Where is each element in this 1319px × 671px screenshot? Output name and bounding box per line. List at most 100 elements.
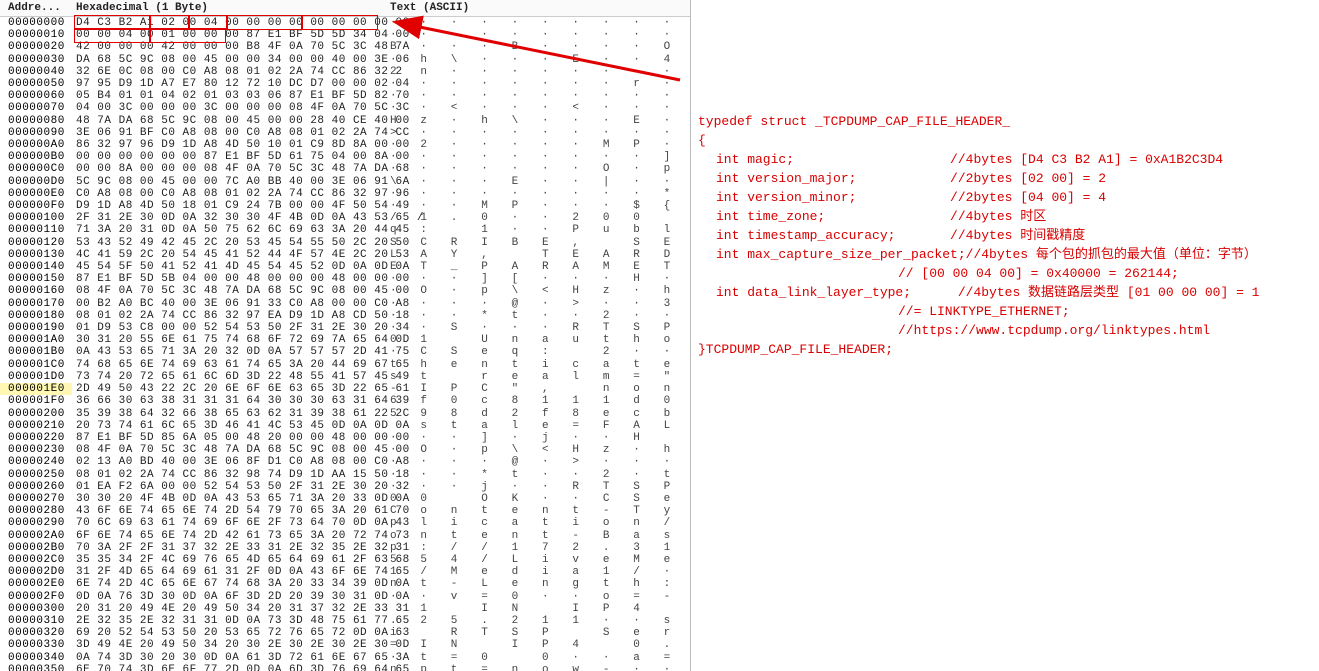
code-line: // [00 00 04 00] = 0x40000 = 262144; (698, 264, 1318, 283)
hex-row[interactable]: 0000011071 3A 20 31 0D 0A 50 75 62 6C 69… (0, 224, 690, 236)
hex-row[interactable]: 0000006005 B4 01 01 04 02 01 03 03 06 87… (0, 90, 690, 102)
hex-row[interactable]: 000002D031 2F 4D 65 64 69 61 31 2F 0D 0A… (0, 566, 690, 578)
address-cell: 000002E0 (0, 578, 72, 590)
address-cell: 00000300 (0, 603, 72, 615)
address-cell: 00000100 (0, 212, 72, 224)
hex-cell: 02 13 A0 BD 40 00 3E 06 8F D1 C0 A8 08 0… (72, 456, 386, 468)
hex-row[interactable]: 000000A086 32 97 96 D9 1D A8 4D 50 10 01… (0, 139, 690, 151)
header-ascii: Text (ASCII) (386, 2, 690, 14)
ascii-cell: · · · · @ · > · · 3 · · · · · · (386, 298, 690, 310)
hex-row[interactable]: 000003400A 74 3D 30 20 30 0D 0A 61 3D 72… (0, 652, 690, 664)
hex-row[interactable]: 0000016008 4F 0A 70 5C 3C 48 7A DA 68 5C… (0, 285, 690, 297)
hex-row[interactable]: 000003102E 32 35 2E 32 31 31 0D 0A 73 3D… (0, 615, 690, 627)
hex-cell: 6E 70 74 3D 6E 6F 77 2D 0D 0A 6D 3D 76 6… (72, 664, 386, 671)
hex-cell: DA 68 5C 9C 08 00 45 00 00 34 00 00 40 0… (72, 54, 386, 66)
hex-row[interactable]: 0000012053 43 52 49 42 45 2C 20 53 45 54… (0, 237, 690, 249)
code-line: int timestamp_accuracy; //4bytes 时间戳精度 (698, 226, 1318, 245)
hex-row[interactable]: 0000030020 31 20 49 4E 20 49 50 34 20 31… (0, 603, 690, 615)
hex-row[interactable]: 0000020035 39 38 64 32 66 38 65 63 62 31… (0, 408, 690, 420)
hex-row[interactable]: 000000D05C 9C 08 00 45 00 00 7C A0 BB 40… (0, 176, 690, 188)
code-line: int version_minor; //2bytes [04 00] = 4 (698, 188, 1318, 207)
hex-cell: 08 4F 0A 70 5C 3C 48 7A DA 68 5C 9C 08 0… (72, 444, 386, 456)
struct-definition-code: typedef struct _TCPDUMP_CAP_FILE_HEADER_… (690, 55, 1318, 359)
hex-cell: D9 1D A8 4D 50 18 01 C9 24 7B 00 00 4F 5… (72, 200, 386, 212)
address-cell: 00000240 (0, 456, 72, 468)
hex-row[interactable]: 000000903E 06 91 BF C0 A8 08 00 C0 A8 08… (0, 127, 690, 139)
hex-row[interactable]: 0000027030 30 20 4F 4B 0D 0A 43 53 65 71… (0, 493, 690, 505)
hex-row[interactable]: 0000018008 01 02 2A 74 CC 86 32 97 EA D9… (0, 310, 690, 322)
hex-row[interactable]: 0000024002 13 A0 BD 40 00 3E 06 8F D1 C0… (0, 456, 690, 468)
hex-row[interactable]: 00000000D4 C3 B2 A1 02 00 04 00 00 00 00… (0, 17, 690, 29)
address-cell: 00000330 (0, 639, 72, 651)
hex-row[interactable]: 000000F0D9 1D A8 4D 50 18 01 C9 24 7B 00… (0, 200, 690, 212)
hex-cell: 53 43 52 49 42 45 2C 20 53 45 54 55 50 2… (72, 237, 386, 249)
hex-row[interactable]: 0000007004 00 3C 00 00 00 3C 00 00 00 08… (0, 102, 690, 114)
address-cell: 00000270 (0, 493, 72, 505)
address-cell: 00000050 (0, 78, 72, 90)
hex-row[interactable]: 0000005097 95 D9 1D A7 E7 80 12 72 10 DC… (0, 78, 690, 90)
hex-row[interactable]: 000000B000 00 00 00 00 00 87 E1 BF 5D 61… (0, 151, 690, 163)
ascii-cell: · · · · · · · · · ] a u · · · · (386, 151, 690, 163)
hex-row[interactable]: 000001304C 41 59 2C 20 54 45 41 52 44 4F… (0, 249, 690, 261)
hex-row[interactable]: 0000025008 01 02 2A 74 CC 86 32 98 74 D9… (0, 469, 690, 481)
hex-row[interactable]: 0000015087 E1 BF 5D 5B 04 00 00 48 00 00… (0, 273, 690, 285)
hex-row[interactable]: 00000030DA 68 5C 9C 08 00 45 00 00 34 00… (0, 54, 690, 66)
hex-row[interactable]: 0000023008 4F 0A 70 5C 3C 48 7A DA 68 5C… (0, 444, 690, 456)
hex-row[interactable]: 000003303D 49 4E 20 49 50 34 20 30 2E 30… (0, 639, 690, 651)
hex-row[interactable]: 0000029070 6C 69 63 61 74 69 6F 6E 2F 73… (0, 517, 690, 529)
ascii-cell: · · · ] · j · · H · · H · · · (386, 432, 690, 444)
address-cell: 000000E0 (0, 188, 72, 200)
address-cell: 000002A0 (0, 530, 72, 542)
address-cell: 00000290 (0, 517, 72, 529)
hex-cell: C0 A8 08 00 C0 A8 08 01 02 2A 74 CC 86 3… (72, 188, 386, 200)
ascii-cell: p l i c a t i o n / s d p · · C (386, 517, 690, 529)
address-cell: 00000000 (0, 17, 72, 29)
hex-row[interactable]: 000001B00A 43 53 65 71 3A 20 32 0D 0A 57… (0, 346, 690, 358)
hex-row[interactable]: 000001002F 31 2E 30 0D 0A 32 30 30 4F 4B… (0, 212, 690, 224)
hex-row[interactable]: 0000026001 EA F2 6A 00 00 52 54 53 50 2F… (0, 481, 690, 493)
hex-row[interactable]: 000000C000 00 8A 00 00 00 08 4F 0A 70 5C… (0, 163, 690, 175)
hex-row[interactable]: 000000E0C0 A8 08 00 C0 A8 08 01 02 2A 74… (0, 188, 690, 200)
hex-row[interactable]: 0000004032 6E 0C 08 00 C0 A8 08 01 02 2A… (0, 66, 690, 78)
code-line: //= LINKTYPE_ETHERNET; (698, 302, 1318, 321)
hex-row[interactable]: 0000032069 20 52 54 53 50 20 53 65 72 76… (0, 627, 690, 639)
hex-row[interactable]: 000001C074 68 65 6E 74 69 63 61 74 65 3A… (0, 359, 690, 371)
hex-row[interactable]: 000001F036 66 30 63 38 31 31 31 64 30 30… (0, 395, 690, 407)
viewport: Addre... Hexadecimal (1 Byte) Text (ASCI… (0, 0, 1319, 671)
address-cell: 000001F0 (0, 395, 72, 407)
address-cell: 000000D0 (0, 176, 72, 188)
hex-row[interactable]: 000002A06F 6E 74 65 6E 74 2D 42 61 73 65… (0, 530, 690, 542)
address-cell: 000001D0 (0, 371, 72, 383)
hex-row[interactable]: 000001A030 31 20 55 6E 61 75 74 68 6F 72… (0, 334, 690, 346)
ascii-cell: · · · j · · R T S P / 1 . 0 2 (386, 481, 690, 493)
hex-row[interactable]: 000002B070 3A 2F 2F 31 37 32 2E 33 31 2E… (0, 542, 690, 554)
hex-row[interactable]: 000001E02D 49 50 43 22 2C 20 6E 6F 6E 63… (0, 383, 690, 395)
hex-viewer-pane: Addre... Hexadecimal (1 Byte) Text (ASCI… (0, 0, 691, 671)
hex-row[interactable]: 000002E06E 74 2D 4C 65 6E 67 74 68 3A 20… (0, 578, 690, 590)
hex-cell: 74 68 65 6E 74 69 63 61 74 65 3A 20 44 6… (72, 359, 386, 371)
hex-row[interactable]: 0000028043 6F 6E 74 65 6E 74 2D 54 79 70… (0, 505, 690, 517)
hex-row[interactable]: 000001D073 74 20 72 65 61 6C 6D 3D 22 48… (0, 371, 690, 383)
hex-row[interactable]: 0000021020 73 74 61 6C 65 3D 46 41 4C 53… (0, 420, 690, 432)
address-cell: 000001B0 (0, 346, 72, 358)
hex-row[interactable]: 000002F00D 0A 76 3D 30 0D 0A 6F 3D 2D 20… (0, 591, 690, 603)
hex-row[interactable]: 0000002042 00 00 00 42 00 00 00 B8 4F 0A… (0, 41, 690, 53)
address-cell: 000001E0 (0, 383, 72, 395)
hex-cell: 08 01 02 2A 74 CC 86 32 97 EA D9 1D A8 C… (72, 310, 386, 322)
ascii-cell: · · · M P · · · $ { · · O P T I (386, 200, 690, 212)
hex-row[interactable]: 0000017000 B2 A0 BC 40 00 3E 06 91 33 C0… (0, 298, 690, 310)
address-cell: 00000230 (0, 444, 72, 456)
hex-row[interactable]: 0000001000 00 04 00 01 00 00 00 87 E1 BF… (0, 29, 690, 41)
hex-row[interactable]: 000002C035 35 34 2F 4C 69 76 65 4D 65 64… (0, 554, 690, 566)
ascii-cell: · · · * t · · 2 · t · · · · P · (386, 469, 690, 481)
hex-row[interactable]: 0000008048 7A DA 68 5C 9C 08 00 45 00 00… (0, 115, 690, 127)
ascii-cell: \ · · · E · · | · · @ · > · · j (386, 176, 690, 188)
ascii-cell: q : 1 · · P u b l i c : D E (386, 224, 690, 236)
hex-row[interactable]: 000003506E 70 74 3D 6E 6F 77 2D 0D 0A 6D… (0, 664, 690, 671)
hex-cell: 04 00 3C 00 00 00 3C 00 00 00 08 4F 0A 7… (72, 102, 386, 114)
address-cell: 00000220 (0, 432, 72, 444)
hex-row[interactable]: 0000014045 54 5F 50 41 52 41 4D 45 54 45… (0, 261, 690, 273)
hex-row[interactable]: 0000019001 D9 53 C8 00 00 52 54 53 50 2F… (0, 322, 690, 334)
ascii-cell: n t - L e n g t h : 3 4 9 · · (386, 578, 690, 590)
hex-row[interactable]: 0000022087 E1 BF 5D 85 6A 05 00 48 20 00… (0, 432, 690, 444)
